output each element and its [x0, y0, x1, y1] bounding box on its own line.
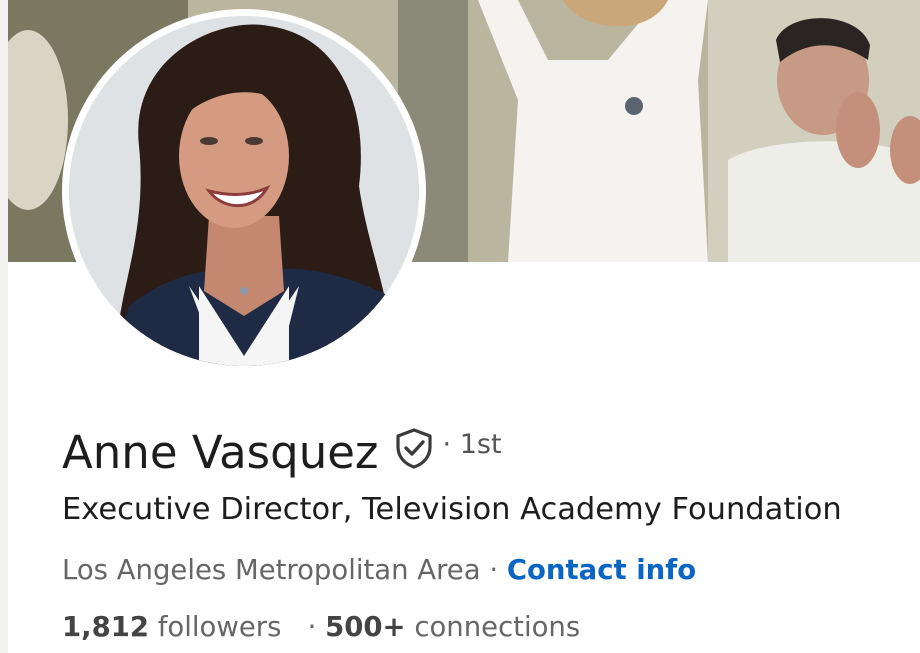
connections-count[interactable]: 500+ [325, 611, 405, 643]
stats-row: 1,812 followers · 500+ connections [62, 607, 580, 647]
avatar-photo [69, 16, 419, 366]
page-background-strip [0, 0, 8, 653]
location-separator: · [489, 554, 499, 586]
profile-avatar[interactable] [62, 9, 426, 373]
connection-degree: · 1st [442, 428, 502, 460]
verified-shield-icon[interactable] [393, 427, 435, 469]
name-row: Anne Vasquez · 1st [62, 420, 502, 486]
stats-separator: · [307, 611, 317, 643]
profile-location: Los Angeles Metropolitan Area [62, 554, 481, 586]
location-row: Los Angeles Metropolitan Area · Contact … [62, 550, 696, 590]
contact-info-link[interactable]: Contact info [507, 554, 696, 586]
followers-label: followers [157, 611, 282, 643]
profile-name: Anne Vasquez [62, 426, 379, 479]
followers-count: 1,812 [62, 611, 149, 643]
profile-headline: Executive Director, Television Academy F… [62, 492, 842, 527]
profile-card: Anne Vasquez · 1st Executive Director, T… [0, 0, 920, 653]
connections-label[interactable]: connections [414, 611, 580, 643]
avatar-portrait [69, 16, 419, 366]
